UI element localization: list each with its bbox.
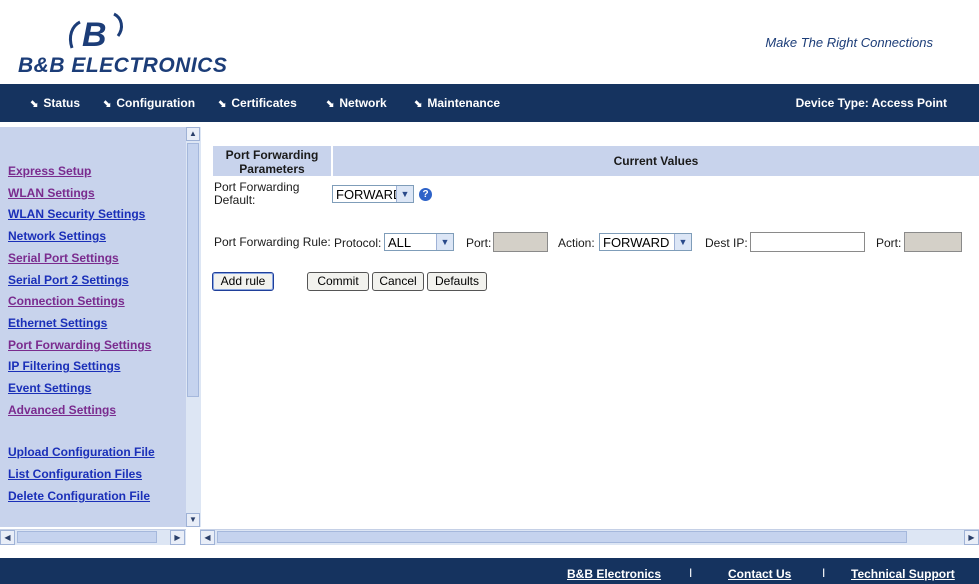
footer-link-technical-support[interactable]: Technical Support <box>851 567 955 581</box>
dest-port-input[interactable] <box>904 232 962 252</box>
sidebar-item-express-setup[interactable]: Express Setup <box>8 164 91 178</box>
page-footer: B&B Electronics I Contact Us I Technical… <box>0 558 979 584</box>
forwarding-default-label: Port Forwarding Default: <box>214 180 300 207</box>
footer-link-contact-us[interactable]: Contact Us <box>728 567 791 581</box>
sidebar-item-delete-config[interactable]: Delete Configuration File <box>8 489 150 503</box>
sidebar-horizontal-scrollbar[interactable]: ◀ ▶ <box>0 529 186 545</box>
action-select[interactable]: FORWARD ▼ <box>599 233 692 251</box>
protocol-select[interactable]: ALL ▼ <box>384 233 454 251</box>
bb-electronics-logo: B B&B ELECTRONICS <box>18 8 258 78</box>
logo-text: B&B ELECTRONICS <box>18 54 228 77</box>
sidebar-item-advanced[interactable]: Advanced Settings <box>8 403 116 417</box>
sidebar-item-network-settings[interactable]: Network Settings <box>8 229 106 243</box>
device-type: Device Type: Access Point <box>795 96 947 110</box>
arrow-icon: ⬊ <box>30 99 39 110</box>
chevron-down-icon: ▼ <box>396 186 413 202</box>
arrow-icon: ⬊ <box>414 99 423 110</box>
nav-network[interactable]: ⬊ Network <box>326 96 387 110</box>
svg-text:B: B <box>82 16 107 54</box>
slogan: Make The Right Connections <box>765 35 933 50</box>
chevron-down-icon: ▼ <box>674 234 691 250</box>
dest-ip-label: Dest IP: <box>705 236 748 250</box>
scrollbar-thumb[interactable] <box>187 143 199 397</box>
page-header: B B&B ELECTRONICS Make The Right Connect… <box>0 0 979 82</box>
sidebar-item-ethernet[interactable]: Ethernet Settings <box>8 316 107 330</box>
add-rule-button[interactable]: Add rule <box>212 272 274 291</box>
nav-certificates[interactable]: ⬊ Certificates <box>218 96 297 110</box>
sidebar-item-port-forwarding[interactable]: Port Forwarding Settings <box>8 338 151 352</box>
nav-maintenance[interactable]: ⬊ Maintenance <box>414 96 500 110</box>
main-content: Port Forwarding Parameters Current Value… <box>207 127 979 527</box>
chevron-down-icon: ▼ <box>436 234 453 250</box>
cancel-button[interactable]: Cancel <box>372 272 424 291</box>
protocol-label: Protocol: <box>334 236 382 250</box>
scroll-right-icon[interactable]: ▶ <box>964 530 979 545</box>
arrow-icon: ⬊ <box>218 99 227 110</box>
sidebar-item-ip-filtering[interactable]: IP Filtering Settings <box>8 359 120 373</box>
sidebar-item-connection[interactable]: Connection Settings <box>8 294 125 308</box>
footer-link-bb-electronics[interactable]: B&B Electronics <box>567 567 661 581</box>
sidebar-item-wlan-security[interactable]: WLAN Security Settings <box>8 207 145 221</box>
sidebar-item-event[interactable]: Event Settings <box>8 381 91 395</box>
scroll-left-icon[interactable]: ◀ <box>0 530 15 545</box>
sidebar-vertical-scrollbar[interactable]: ▲ ▼ <box>186 127 201 527</box>
scrollbar-thumb[interactable] <box>217 531 907 543</box>
footer-separator: I <box>822 566 826 580</box>
header-current-values: Current Values <box>333 146 979 176</box>
scroll-up-icon[interactable]: ▲ <box>186 127 200 141</box>
forwarding-rule-label: Port Forwarding Rule: <box>214 235 331 249</box>
sidebar-item-list-config[interactable]: List Configuration Files <box>8 467 142 481</box>
defaults-button[interactable]: Defaults <box>427 272 487 291</box>
forwarding-default-select[interactable]: FORWARD ▼ <box>332 185 414 203</box>
scroll-left-icon[interactable]: ◀ <box>200 530 215 545</box>
sidebar-item-wlan-settings[interactable]: WLAN Settings <box>8 186 95 200</box>
help-icon[interactable]: ? <box>419 188 432 201</box>
main-nav: ⬊ Status ⬊ Configuration ⬊ Certificates ⬊ Ne… <box>0 84 979 122</box>
arrow-icon: ⬊ <box>326 99 335 110</box>
port-label: Port: <box>466 236 492 250</box>
sidebar-item-serial-port-2[interactable]: Serial Port 2 Settings <box>8 273 129 287</box>
scrollbar-thumb[interactable] <box>17 531 157 543</box>
scroll-down-icon[interactable]: ▼ <box>186 513 200 527</box>
nav-status[interactable]: ⬊ Status <box>30 96 80 110</box>
footer-separator: I <box>689 566 693 580</box>
scroll-right-icon[interactable]: ▶ <box>170 530 185 545</box>
header-parameters: Port Forwarding Parameters <box>213 146 331 176</box>
port-input[interactable] <box>493 232 548 252</box>
nav-configuration[interactable]: ⬊ Configuration <box>103 96 195 110</box>
arrow-icon: ⬊ <box>103 99 112 110</box>
action-label: Action: <box>558 236 595 250</box>
content-horizontal-scrollbar[interactable]: ◀ ▶ <box>200 529 979 545</box>
commit-button[interactable]: Commit <box>307 272 369 291</box>
dest-ip-input[interactable] <box>750 232 865 252</box>
dest-port-label: Port: <box>876 236 902 250</box>
sidebar-item-serial-port[interactable]: Serial Port Settings <box>8 251 119 265</box>
sidebar-item-upload-config[interactable]: Upload Configuration File <box>8 445 155 459</box>
sidebar: Express Setup WLAN Settings WLAN Securit… <box>0 127 186 527</box>
